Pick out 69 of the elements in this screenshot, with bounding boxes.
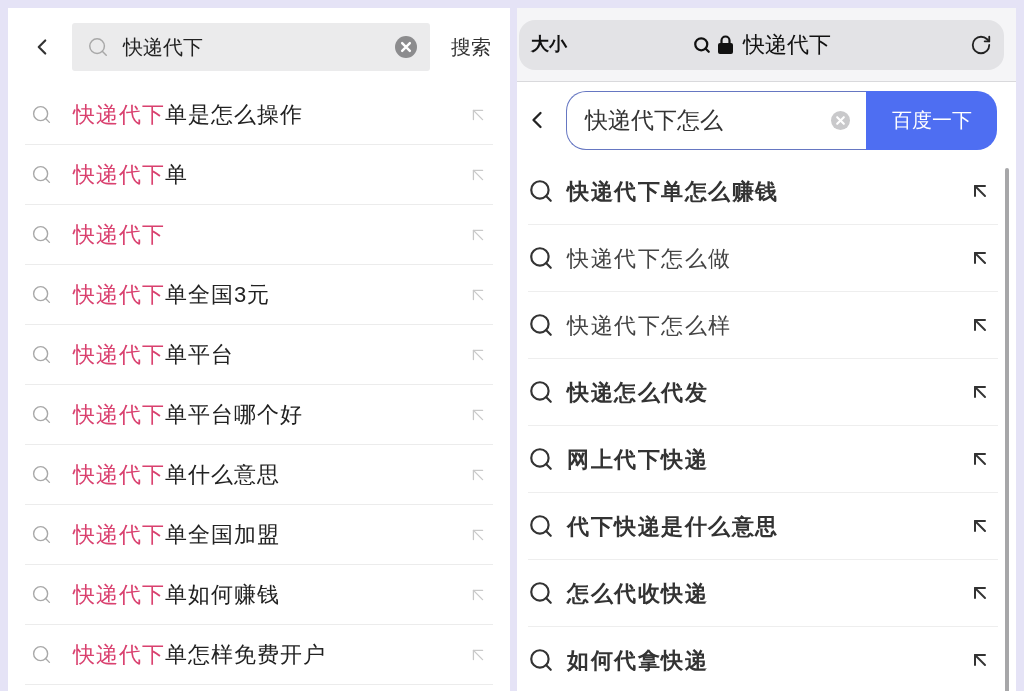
search-button[interactable]: 百度一下 (866, 90, 997, 150)
suggestion-text: 网上代下快递 (567, 445, 708, 474)
suggestion-text: 快递代下怎么做 (567, 244, 732, 273)
search-icon (87, 35, 109, 58)
address-bar[interactable]: 大小 快递代下 (519, 19, 1004, 70)
suggestion-text: 代下快递是什么意思 (567, 512, 779, 541)
search-icon (528, 178, 554, 204)
suggestion-text: 快递代下单平台 (73, 341, 234, 369)
suggestion-row[interactable]: 快递代下单什么意思 (25, 445, 493, 505)
search-field[interactable]: 快递代下 (72, 22, 430, 71)
scrollbar[interactable] (1005, 168, 1009, 691)
suggestion-row[interactable]: 快递代下单怎样免费开户 (25, 625, 493, 685)
suggestion-row[interactable]: 快递代下单怎么赚钱 (528, 158, 998, 225)
suggestion-text: 快递代下单怎么赚钱 (567, 177, 779, 206)
search-icon (31, 164, 52, 185)
search-icon (692, 35, 711, 54)
search-icon (528, 647, 554, 673)
suggestion-text: 怎么代收快递 (567, 579, 708, 608)
suggestion-text: 快递代下 (73, 221, 165, 249)
search-icon (528, 580, 554, 606)
search-icon (528, 513, 554, 539)
suggestion-text: 快递代下单什么意思 (73, 461, 280, 489)
suggestion-text: 快递代下单是怎么操作 (73, 101, 303, 129)
reload-icon[interactable] (970, 33, 992, 56)
suggestion-text: 如何代拿快递 (567, 646, 708, 675)
text-size-button[interactable]: 大小 (531, 31, 567, 58)
suggestion-row[interactable]: 快递代下怎么样 (528, 292, 998, 359)
search-icon (528, 446, 554, 472)
suggestion-row[interactable]: 快递代下单平台 (25, 325, 493, 385)
suggestion-row[interactable]: 代下快递是什么意思 (528, 493, 998, 560)
clear-icon[interactable] (395, 35, 417, 58)
search-icon (31, 644, 52, 665)
suggestion-row[interactable]: 快递代下单 (25, 145, 493, 205)
suggestion-text: 快递代下单全国加盟 (73, 521, 280, 549)
suggestion-text: 快递代下怎么样 (567, 311, 732, 340)
search-icon (31, 344, 52, 365)
search-button[interactable]: 搜索 (451, 31, 491, 62)
suggestion-row[interactable]: 快递代下单如何赚钱 (25, 565, 493, 625)
search-icon (31, 584, 52, 605)
suggestion-row[interactable]: 快递代下单全国加盟 (25, 505, 493, 565)
search-icon (31, 224, 52, 245)
search-icon (528, 312, 554, 338)
suggestion-row[interactable]: 快递代下单是怎么操作 (25, 85, 493, 145)
suggestion-text: 快递代下单如何赚钱 (73, 581, 280, 609)
search-icon (528, 245, 554, 271)
search-query: 快递代下 (123, 34, 203, 60)
suggestion-text: 快递怎么代发 (567, 378, 708, 407)
suggestion-row[interactable]: 网上代下快递 (528, 426, 998, 493)
search-field[interactable]: 快递代下怎么 (566, 90, 866, 150)
search-query: 快递代下怎么 (585, 105, 723, 135)
search-icon (31, 464, 52, 485)
search-icon (31, 284, 52, 305)
suggestion-row[interactable]: 快递代下单平台哪个好 (25, 385, 493, 445)
search-icon (528, 379, 554, 405)
suggestion-row[interactable]: 快递代下怎么做 (528, 225, 998, 292)
suggestion-text: 快递代下单怎样免费开户 (73, 641, 326, 669)
search-icon (31, 404, 52, 425)
search-icon (31, 104, 52, 125)
suggestion-text: 快递代下单全国3元 (73, 281, 271, 309)
address-text: 快递代下 (742, 31, 831, 59)
suggestion-row[interactable]: 快递代下 (25, 205, 493, 265)
lock-icon (717, 35, 733, 54)
suggestion-row[interactable]: 如何代拿快递 (528, 627, 998, 691)
search-icon (31, 524, 52, 545)
suggestion-row[interactable]: 快递代下单全国3元 (25, 265, 493, 325)
suggestion-text: 快递代下单平台哪个好 (73, 401, 303, 429)
suggestion-text: 快递代下单 (73, 161, 188, 189)
suggestion-row[interactable]: 怎么代收快递 (528, 560, 998, 627)
suggestion-row[interactable]: 快递怎么代发 (528, 359, 998, 426)
